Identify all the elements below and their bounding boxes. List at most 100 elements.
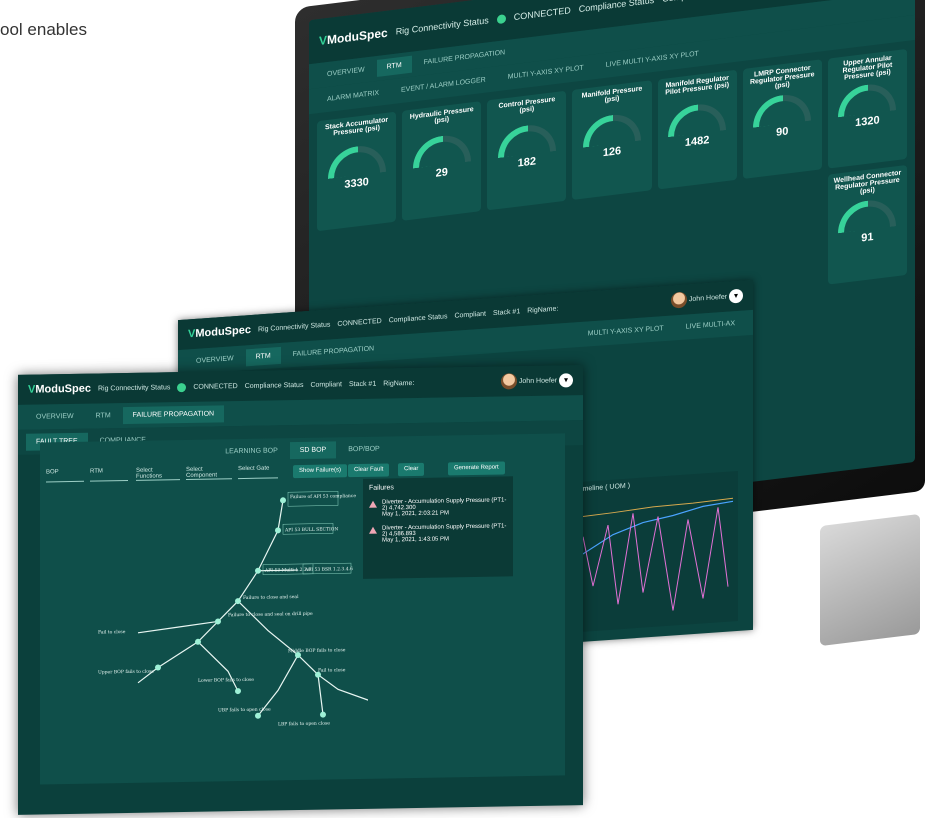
brand-logo: VModuSpec xyxy=(319,25,388,49)
select-rtm[interactable]: RTM xyxy=(90,468,128,482)
connected-status: CONNECTED xyxy=(513,5,571,23)
connected-status: CONNECTED xyxy=(337,317,382,328)
series-line xyxy=(577,497,734,518)
failures-panel: Failures Diverter - Accumulation Supply … xyxy=(363,476,513,579)
tab-rtm[interactable]: RTM xyxy=(245,346,281,367)
tree-label: Upper BOP fails to close xyxy=(98,669,154,676)
gauge-arc xyxy=(668,101,727,138)
gauge-title: Hydraulic Pressure (psi) xyxy=(409,106,474,125)
tree-node[interactable] xyxy=(255,567,261,574)
tab-overview[interactable]: OVERVIEW xyxy=(186,350,244,371)
tree-label: UBP fails to open close xyxy=(218,707,271,714)
tab-overview[interactable]: OVERVIEW xyxy=(317,60,375,84)
clear-button[interactable]: Clear xyxy=(398,462,425,477)
user-name: John Hoefer xyxy=(518,377,558,386)
tree-labels: Failure of API 53 compliance API 53 BULL… xyxy=(98,491,356,727)
connectivity-label: Rig Connectivity Status xyxy=(257,320,331,334)
failure-propagation-window: VModuSpec Rig Connectivity Status CONNEC… xyxy=(18,365,583,815)
tree-label: API 53 BSR 1.2.3.4.6 xyxy=(304,566,353,573)
caption-text: ool enables xyxy=(0,20,87,39)
tree-node[interactable] xyxy=(320,711,326,718)
tab-failure-propagation[interactable]: FAILURE PROPAGATION xyxy=(122,405,225,425)
tree-node[interactable] xyxy=(155,664,161,671)
gauge-card: LMRP Connector Regulator Pressure (psi) 9… xyxy=(742,59,822,180)
tree-label: API 53 BULL SECTION xyxy=(284,526,338,533)
timeline-chart: Timeline ( UOM ) xyxy=(573,470,738,633)
view-sd-bop[interactable]: SD BOP xyxy=(289,441,337,460)
avatar xyxy=(670,291,687,309)
select-gate[interactable]: Select Gate xyxy=(238,465,278,480)
connected-icon xyxy=(177,382,187,392)
failure-date: May 1, 2021, 2:03:21 PM xyxy=(382,510,450,518)
gauge-title: Control Pressure (psi) xyxy=(498,96,556,115)
warning-icon xyxy=(369,500,377,508)
gauge-card: Control Pressure (psi) 182 xyxy=(487,90,567,211)
timeline-lines xyxy=(577,497,734,611)
avatar xyxy=(500,373,517,390)
fault-tree-diagram: Failure of API 53 compliance API 53 BULL… xyxy=(98,491,368,727)
show-failures-button[interactable]: Show Failure(s) xyxy=(293,464,348,479)
monitor-stand xyxy=(820,513,920,647)
tree-label: Failure of API 53 compliance xyxy=(290,493,356,500)
stack-label: Stack #1 xyxy=(348,380,377,388)
tab-failure-propagation[interactable]: FAILURE PROPAGATION xyxy=(283,340,384,364)
compliance-label: Compliance Status xyxy=(578,0,655,15)
gauge-title: Wellhead Connector Regulator Pressure (p… xyxy=(833,169,902,196)
connectivity-label: Rig Connectivity Status xyxy=(97,383,171,393)
failures-title: Failures xyxy=(369,484,394,492)
view-bop-bop[interactable]: BOP/BOP xyxy=(338,440,390,458)
tab-rtm[interactable]: RTM xyxy=(376,55,412,77)
rig-label: RigName: xyxy=(527,305,559,315)
user-name: John Hoefer xyxy=(688,293,728,304)
connectivity-label: Rig Connectivity Status xyxy=(395,15,489,37)
gauge-arc xyxy=(838,197,897,234)
tab-overview[interactable]: OVERVIEW xyxy=(26,408,84,426)
tree-node[interactable] xyxy=(255,712,261,719)
user-menu[interactable]: John Hoefer ▾ xyxy=(500,372,573,390)
compliance-label: Compliance Status xyxy=(388,312,448,324)
view-learning-bop[interactable]: LEARNING BOP xyxy=(215,442,288,460)
gauge-arc xyxy=(327,142,386,180)
compliant-status: Compliant xyxy=(454,310,486,320)
brand-logo: VModuSpec xyxy=(28,382,91,396)
connected-status: CONNECTED xyxy=(193,382,238,391)
tab-rtm[interactable]: RTM xyxy=(86,407,121,425)
user-menu[interactable]: John Hoefer ▾ xyxy=(670,288,743,309)
tree-label: Fail to close xyxy=(98,629,126,635)
gauge-card: Upper Annular Regulator Pilot Pressure (… xyxy=(827,48,907,169)
tree-node[interactable] xyxy=(215,618,221,625)
warning-icon xyxy=(369,526,377,534)
tree-node[interactable] xyxy=(275,527,281,534)
select-bop[interactable]: BOP xyxy=(46,468,84,483)
tree-label: Middle BOP fails to close xyxy=(288,647,346,654)
connected-icon xyxy=(496,13,506,24)
gauge-arc xyxy=(753,91,812,128)
gauge-card: Wellhead Connector Regulator Pressure (p… xyxy=(827,164,907,285)
compliant-status: Compliant xyxy=(662,0,703,4)
clear-fault-button[interactable]: Clear Fault xyxy=(348,463,390,478)
gauge-title: Upper Annular Regulator Pilot Pressure (… xyxy=(842,54,893,82)
tree-node[interactable] xyxy=(280,497,286,504)
gauge-title: Manifold Pressure (psi) xyxy=(581,85,643,104)
failure-item[interactable]: Diverter - Accumulation Supply Pressure … xyxy=(369,497,507,518)
tree-node[interactable] xyxy=(235,688,241,695)
compliant-status: Compliant xyxy=(310,380,342,389)
gauge-card: Stack Accumulator Pressure (psi) 3330 xyxy=(317,111,397,232)
failure-item[interactable]: Diverter - Accumulation Supply Pressure … xyxy=(369,523,507,544)
select-component[interactable]: Select Component xyxy=(186,466,232,480)
gauge-title: LMRP Connector Regulator Pressure (psi) xyxy=(749,64,815,91)
gauge-title: Manifold Regulator Pilot Pressure (psi) xyxy=(665,74,730,97)
select-functions[interactable]: Select Functions xyxy=(136,467,180,481)
chevron-down-icon[interactable]: ▾ xyxy=(729,288,743,304)
series-line xyxy=(582,507,729,611)
failure-date: May 1, 2021, 1:43:05 PM xyxy=(382,536,450,544)
compliance-label: Compliance Status xyxy=(244,381,304,390)
chevron-down-icon[interactable]: ▾ xyxy=(559,373,573,388)
tab-live-multi-ax[interactable]: LIVE MULTI-AX xyxy=(676,314,745,336)
stack-label: Stack #1 xyxy=(492,307,521,317)
gauge-arc xyxy=(497,121,556,159)
generate-report-button[interactable]: Generate Report xyxy=(448,461,505,476)
tab-multi-y-axis[interactable]: MULTI Y-AXIS XY PLOT xyxy=(578,319,674,343)
tree-label: Failure to close and seal xyxy=(243,594,299,601)
gauge-title: Stack Accumulator Pressure (psi) xyxy=(324,116,389,138)
